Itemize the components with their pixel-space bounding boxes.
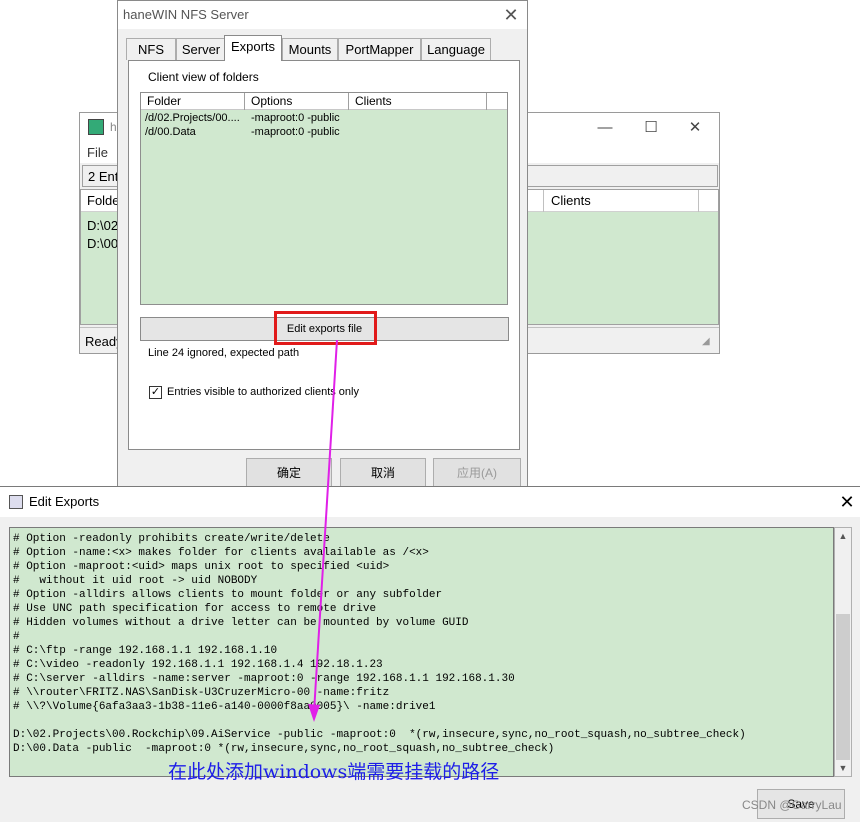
arrow-head: [308, 704, 320, 722]
annotation-arrow: [308, 339, 338, 722]
arrow-line: [313, 339, 338, 713]
tab-exports[interactable]: Exports: [224, 35, 282, 61]
